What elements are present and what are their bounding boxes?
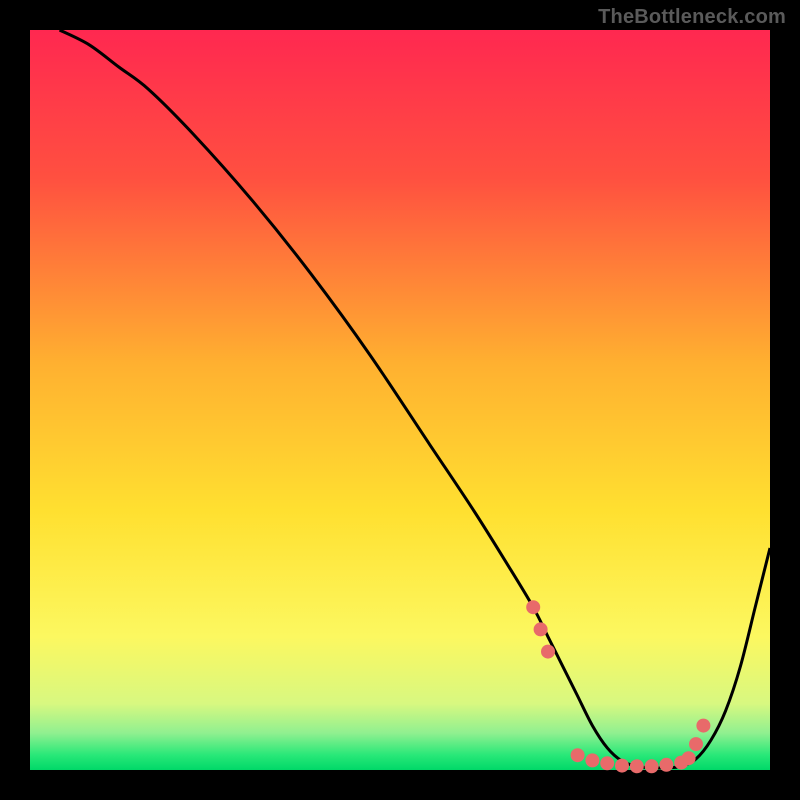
marker-dot — [615, 759, 629, 773]
marker-dot — [585, 753, 599, 767]
chart-container: TheBottleneck.com — [0, 0, 800, 800]
marker-dot — [571, 748, 585, 762]
bottleneck-curve-chart — [0, 0, 800, 800]
marker-dot — [541, 645, 555, 659]
marker-dot — [600, 756, 614, 770]
marker-dot — [630, 759, 644, 773]
marker-dot — [526, 600, 540, 614]
marker-dot — [696, 719, 710, 733]
marker-dot — [645, 759, 659, 773]
marker-dot — [682, 751, 696, 765]
marker-dot — [689, 737, 703, 751]
watermark-text: TheBottleneck.com — [598, 6, 786, 29]
marker-dot — [534, 622, 548, 636]
marker-dot — [659, 758, 673, 772]
